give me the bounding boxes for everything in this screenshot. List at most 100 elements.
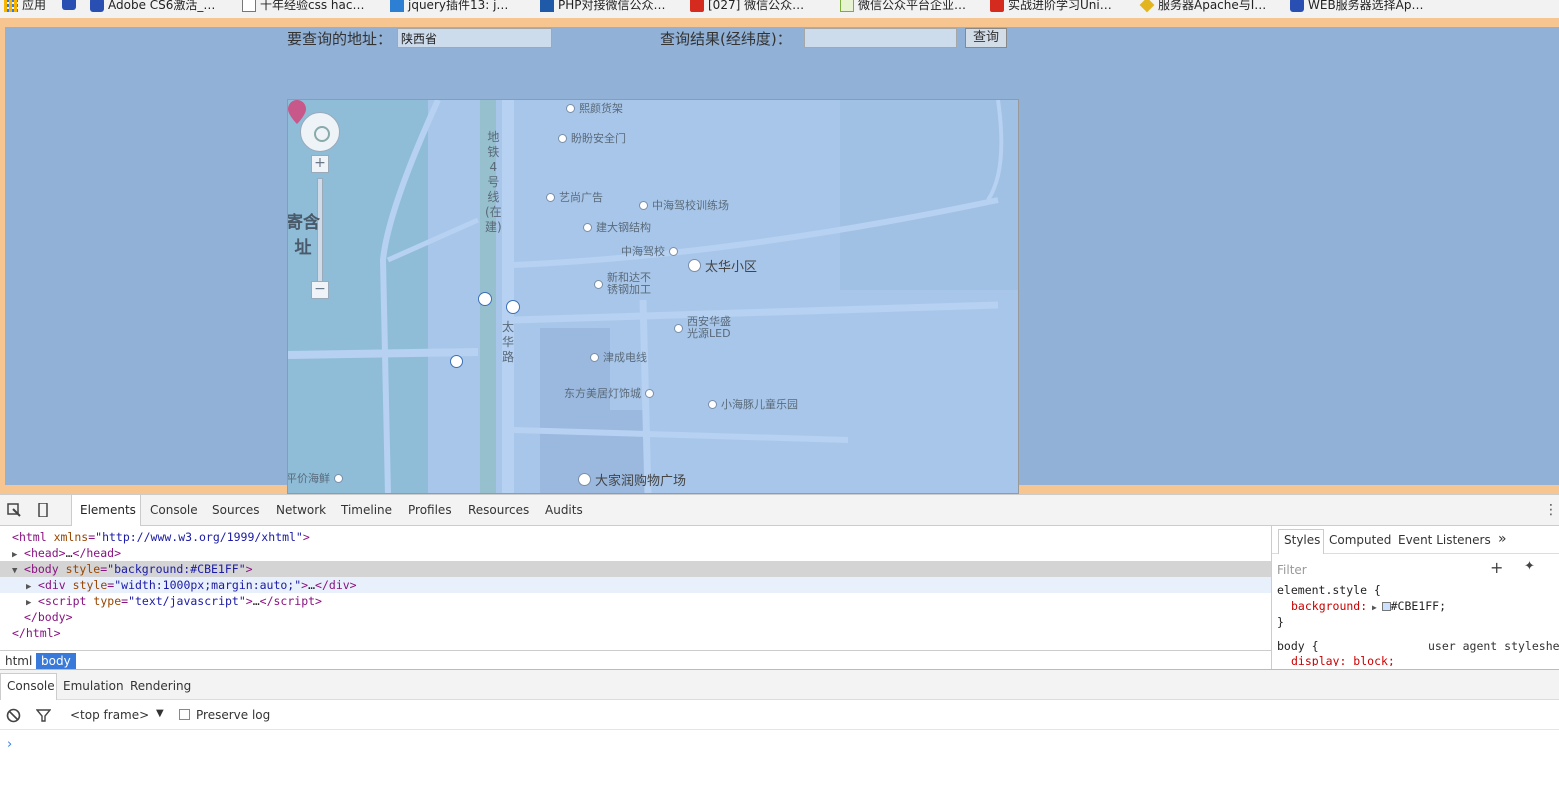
- map-poi[interactable]: 盼盼安全门: [558, 130, 626, 146]
- query-button[interactable]: 查询: [965, 28, 1007, 48]
- map-marker-pin-icon[interactable]: [288, 100, 306, 124]
- green-logo-icon: [840, 0, 854, 12]
- drawer-tab-emulation[interactable]: Emulation: [63, 679, 124, 693]
- map-zoom-in-button[interactable]: +: [311, 155, 329, 173]
- drawer-tab-console[interactable]: Console: [7, 679, 55, 693]
- tab-console[interactable]: Console: [150, 503, 198, 517]
- add-style-rule-icon[interactable]: +: [1490, 558, 1503, 577]
- dom-node-html[interactable]: <html xmlns="http://www.w3.org/1999/xhtm…: [0, 529, 1271, 545]
- poi-label: 太华小区: [705, 260, 758, 275]
- styles-filter-input[interactable]: Filter: [1277, 563, 1307, 577]
- bookmark-item[interactable]: 服务器Apache与I…: [1139, 0, 1266, 13]
- console-prompt-icon[interactable]: ›: [7, 737, 12, 752]
- clear-console-icon[interactable]: [6, 708, 21, 723]
- bookmark-item[interactable]: jquery插件13: j…: [390, 0, 508, 13]
- toggle-element-state-icon[interactable]: ✦: [1524, 559, 1535, 574]
- breadcrumb-html[interactable]: html: [0, 653, 37, 669]
- bookmark-label: PHP对接微信公众…: [558, 0, 666, 12]
- tab-event-listeners[interactable]: Event Listeners: [1398, 533, 1491, 547]
- bookmark-label: 实战进阶学习Uni…: [1008, 0, 1112, 12]
- bookmark-item[interactable]: [027] 微信公众…: [690, 0, 804, 13]
- map-poi[interactable]: 西安华盛 光源LED: [674, 316, 731, 340]
- tab-sources[interactable]: Sources: [212, 503, 259, 517]
- map-zoom-out-button[interactable]: −: [311, 281, 329, 299]
- bookmark-item[interactable]: 实战进阶学习Uni…: [990, 0, 1112, 13]
- dom-node-body-close[interactable]: </body>: [0, 609, 1271, 625]
- devtools-panel: Elements Console Sources Network Timelin…: [0, 494, 1559, 786]
- preserve-log-label: Preserve log: [196, 708, 271, 722]
- map-poi[interactable]: 中海驾校: [621, 243, 678, 259]
- map-poi[interactable]: 平价海鲜: [288, 470, 343, 486]
- map-poi[interactable]: 中海驾校训练场: [639, 197, 729, 213]
- poi-label: 津成电线: [603, 351, 647, 364]
- drawer-tab-rendering[interactable]: Rendering: [130, 679, 191, 693]
- main-road: [502, 100, 514, 493]
- tab-elements[interactable]: Elements: [80, 503, 136, 517]
- tab-resources[interactable]: Resources: [468, 503, 529, 517]
- tab-styles[interactable]: Styles: [1284, 533, 1320, 547]
- bookmark-label: 应用: [22, 0, 47, 12]
- bookmark-item[interactable]: Adobe CS6激活_…: [90, 0, 215, 13]
- map-poi[interactable]: 大家润购物广场: [578, 470, 686, 489]
- style-property: display: block;: [1291, 654, 1395, 666]
- parking-icon[interactable]: [450, 355, 463, 368]
- style-property[interactable]: background: ▶ #CBE1FF;: [1277, 599, 1446, 613]
- map-poi[interactable]: 太华小区: [688, 256, 757, 275]
- bookmark-item[interactable]: 微信公众平台企业…: [840, 0, 966, 13]
- c-logo-icon: [990, 0, 1004, 12]
- dom-node-html-close[interactable]: </html>: [0, 625, 1271, 641]
- bus-stop-icon[interactable]: [506, 300, 520, 314]
- bookmark-label: jquery插件13: j…: [408, 0, 509, 12]
- device-mode-icon[interactable]: [36, 503, 50, 517]
- console-toolbar: <top frame> ▼ Preserve log: [0, 700, 1559, 730]
- style-rule-close: }: [1277, 615, 1284, 629]
- breadcrumb-body[interactable]: body: [36, 653, 76, 669]
- bookmark-item[interactable]: WEB服务器选择Ap…: [1290, 0, 1424, 13]
- poi-icon: [708, 399, 717, 409]
- document-icon: [242, 0, 256, 12]
- map-poi[interactable]: 建大钢结构: [583, 219, 651, 235]
- map-poi[interactable]: 新和达不 锈钢加工: [594, 272, 651, 296]
- map-container[interactable]: + − 寄含 址 地铁4号线(在建) 太华路 熙颜货架 盼盼安全门 艺尚广告 中…: [287, 99, 1019, 494]
- preserve-log-checkbox[interactable]: [179, 709, 190, 720]
- dom-node-head[interactable]: ▶ <head>…</head>: [0, 545, 1271, 561]
- side-label-line: 址: [294, 238, 312, 258]
- tab-network[interactable]: Network: [276, 503, 326, 517]
- more-options-icon[interactable]: ⋮: [1544, 502, 1558, 518]
- tab-computed[interactable]: Computed: [1329, 533, 1391, 547]
- dom-node-body[interactable]: ▼ <body style="background:#CBE1FF">: [0, 561, 1271, 577]
- color-swatch-icon[interactable]: [1381, 602, 1391, 611]
- poi-label: 中海驾校: [621, 245, 665, 258]
- map-poi[interactable]: 熙颜货架: [566, 100, 623, 116]
- poi-icon: [578, 473, 591, 486]
- bookmark-item[interactable]: [62, 0, 76, 10]
- frame-selector[interactable]: <top frame>: [70, 708, 149, 722]
- filter-icon[interactable]: [36, 709, 51, 722]
- tab-profiles[interactable]: Profiles: [408, 503, 452, 517]
- tab-audits[interactable]: Audits: [545, 503, 583, 517]
- map-poi[interactable]: 津成电线: [590, 349, 647, 365]
- map-pan-control[interactable]: [300, 112, 340, 152]
- diamond-icon: [1139, 0, 1155, 12]
- address-input[interactable]: [397, 28, 552, 48]
- tab-timeline[interactable]: Timeline: [341, 503, 392, 517]
- dom-node-script[interactable]: ▶ <script type="text/javascript">…</scrip…: [0, 593, 1271, 609]
- bookmark-item[interactable]: PHP对接微信公众…: [540, 0, 666, 13]
- bookmark-apps[interactable]: 应用: [4, 0, 46, 13]
- map-poi[interactable]: 东方美居灯饰城: [564, 385, 654, 401]
- dom-node-div[interactable]: ▶ <div style="width:1000px;margin:auto;">…: [0, 577, 1271, 593]
- bookmark-label: 十年经验css hac…: [260, 0, 365, 12]
- bookmark-item[interactable]: 十年经验css hac…: [242, 0, 364, 13]
- result-input[interactable]: [804, 28, 957, 48]
- poi-label-group: 新和达不 锈钢加工: [607, 272, 651, 296]
- map-poi[interactable]: 小海豚儿童乐园: [708, 396, 798, 412]
- bus-stop-icon[interactable]: [478, 292, 492, 306]
- map-poi[interactable]: 艺尚广告: [546, 189, 603, 205]
- poi-label: 东方美居灯饰城: [564, 387, 641, 400]
- chevron-down-icon[interactable]: ▼: [156, 708, 164, 719]
- address-label: 要查询的地址：: [287, 30, 393, 48]
- inspect-element-icon[interactable]: [7, 503, 21, 517]
- more-tabs-icon[interactable]: »: [1498, 531, 1507, 547]
- apps-grid-icon: [4, 0, 18, 12]
- poi-label: 大家润购物广场: [595, 474, 687, 489]
